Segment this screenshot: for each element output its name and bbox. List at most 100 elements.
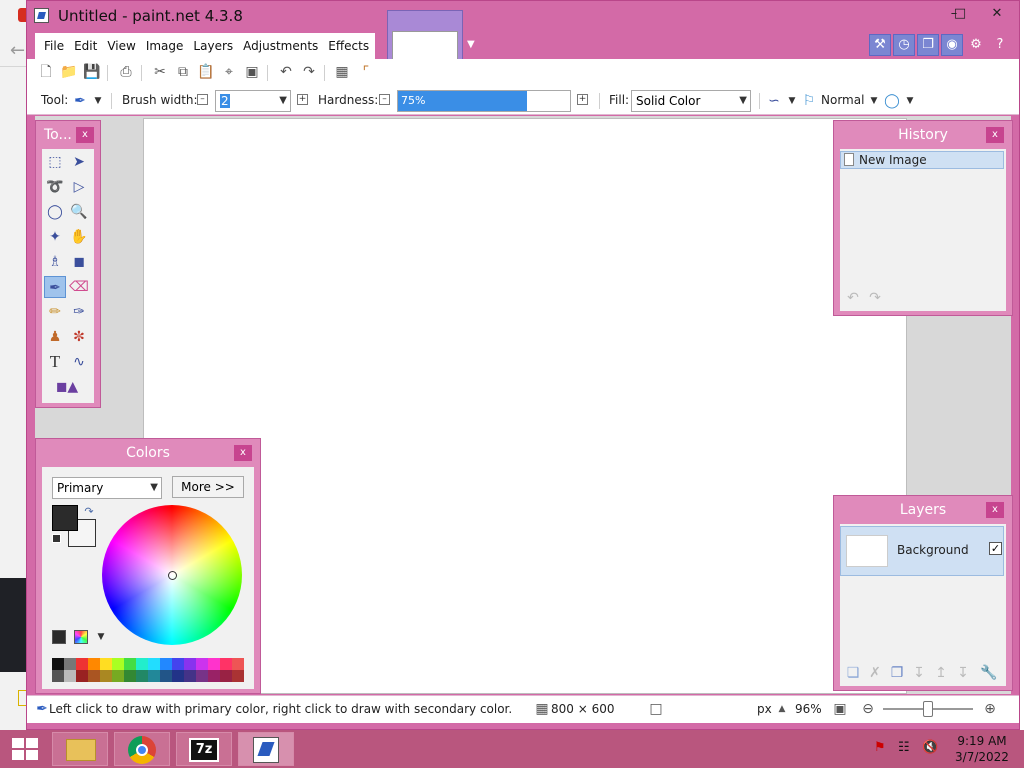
history-redo-icon[interactable]: ↷ [866,289,884,307]
brush-width-increase-button[interactable]: + [297,94,308,105]
lasso-select-tool-icon[interactable]: ➰ [44,176,66,198]
print-icon[interactable]: ⎙ [117,63,135,81]
clone-stamp-tool-icon[interactable]: ♟ [44,326,66,348]
line-curve-tool-icon[interactable]: ∿ [68,351,90,373]
history-panel-toggle-icon[interactable]: ◷ [893,34,915,56]
zoom-in-icon[interactable]: ⊕ [981,700,999,718]
layer-visibility-checkbox[interactable]: ✓ [989,542,1002,555]
history-item[interactable]: New Image [840,151,1004,169]
menu-view[interactable]: View [102,33,140,59]
menu-adjustments[interactable]: Adjustments [238,33,323,59]
delete-layer-icon[interactable]: ✗ [866,664,884,682]
pan-tool-icon[interactable]: ✋ [68,226,90,248]
tools-panel-toggle-icon[interactable]: ⚒ [869,34,891,56]
menu-edit[interactable]: Edit [69,33,102,59]
new-file-icon[interactable]: 🗋 [37,63,55,81]
layer-row[interactable]: Background ✓ [840,526,1004,576]
save-icon[interactable]: 💾 [83,63,101,81]
magic-wand-tool-icon[interactable]: ✦ [44,226,66,248]
eraser-tool-icon[interactable]: ⌫ [68,276,90,298]
zoom-slider-thumb[interactable] [923,701,933,717]
add-layer-icon[interactable]: ❏ [844,664,862,682]
recolor-tool-icon[interactable]: ✼ [68,326,90,348]
hardness-increase-button[interactable]: + [577,94,588,105]
paintnet-taskbar-button[interactable] [238,732,294,766]
fill-chevron-down-icon[interactable]: ▼ [739,91,747,111]
zoom-tool-icon[interactable]: 🔍 [68,201,90,223]
paintbrush-tool-icon[interactable]: ✒ [44,276,66,298]
palette-menu-icon[interactable] [74,630,88,644]
units-selector[interactable]: px [757,702,772,716]
antialiasing-icon[interactable]: ∽ [765,92,783,110]
blend-mode-chevron-down-icon[interactable]: ▼ [865,92,883,110]
copy-icon[interactable]: ⧉ [174,63,192,81]
fill-combobox[interactable]: Solid Color ▼ [631,90,751,112]
paintbrush-tool-icon[interactable]: ✒ [71,92,89,110]
colors-panel-toggle-icon[interactable]: ◉ [941,34,963,56]
color-mode-chevron-down-icon[interactable]: ▼ [150,478,158,498]
maximize-button[interactable]: □ [947,4,973,24]
layers-panel-toggle-icon[interactable]: ❐ [917,34,939,56]
tool-chevron-down-icon[interactable]: ▼ [89,92,107,110]
start-button[interactable] [12,738,38,760]
hardness-slider[interactable]: 75% [397,90,571,112]
ellipse-select-tool-icon[interactable]: ◯ [44,201,66,223]
antialiasing-chevron-down-icon[interactable]: ▼ [783,92,801,110]
layer-properties-icon[interactable]: 🔧 [980,664,998,682]
move-selected-tool-icon[interactable]: ➤ [68,151,90,173]
color-picker-tool-icon[interactable]: ✑ [68,301,90,323]
blend-mode-value[interactable]: Normal [821,93,864,107]
action-center-flag-icon[interactable]: ⚑ [874,740,886,755]
menu-layers[interactable]: Layers [188,33,238,59]
rulers-icon[interactable]: ⌜ [357,63,375,81]
settings-gear-icon[interactable]: ⚙ [965,35,987,57]
duplicate-layer-icon[interactable]: ❐ [888,664,906,682]
zoom-to-window-icon[interactable]: ▣ [831,700,849,718]
zoom-level[interactable]: 96% [795,702,822,716]
brush-width-chevron-down-icon[interactable]: ▼ [279,91,287,111]
close-button[interactable]: ✕ [975,4,1019,24]
move-selection-tool-icon[interactable]: ▷ [68,176,90,198]
more-colors-button[interactable]: More >> [172,476,244,498]
move-layer-up-icon[interactable]: ↥ [932,664,950,682]
blend-mode-flask-icon[interactable]: ⚐ [800,92,818,110]
pencil-tool-icon[interactable]: ✏ [44,301,66,323]
merge-layer-icon[interactable]: ↧ [910,664,928,682]
network-icon[interactable]: ☷ [898,740,910,755]
add-to-palette-icon[interactable] [52,630,66,644]
history-panel-close-button[interactable]: x [986,127,1004,143]
grid-icon[interactable]: ▦ [333,63,351,81]
hardness-decrease-button[interactable]: – [379,94,390,105]
paint-bucket-tool-icon[interactable]: ♗ [44,251,66,273]
cut-icon[interactable]: ✂ [151,63,169,81]
7zip-taskbar-button[interactable]: 7z [176,732,232,766]
reset-colors-icon[interactable] [52,534,61,543]
color-wheel-cursor[interactable] [168,571,177,580]
colors-panel-close-button[interactable]: x [234,445,252,461]
redo-icon[interactable]: ↷ [300,63,318,81]
palette-chevron-down-icon[interactable]: ▼ [92,628,110,646]
color-mode-combobox[interactable]: Primary ▼ [52,477,162,499]
file-explorer-taskbar-button[interactable] [52,732,108,766]
open-folder-icon[interactable]: 📁 [60,63,78,81]
swap-colors-icon[interactable]: ↷ [80,503,98,521]
layers-panel-close-button[interactable]: x [986,502,1004,518]
alpha-blending-chevron-down-icon[interactable]: ▼ [901,92,919,110]
units-chevron-up-icon[interactable]: ▲ [773,700,791,718]
volume-muted-icon[interactable]: 🔇 [922,740,938,755]
text-tool-icon[interactable]: T [44,351,66,373]
chrome-taskbar-button[interactable] [114,732,170,766]
undo-icon[interactable]: ↶ [277,63,295,81]
menu-effects[interactable]: Effects [323,33,374,59]
image-list-chevron-icon[interactable]: ▼ [467,39,479,51]
move-layer-down-icon[interactable]: ↧ [954,664,972,682]
deselect-icon[interactable]: ▣ [243,63,261,81]
help-icon[interactable]: ? [989,35,1011,57]
menu-image[interactable]: Image [141,33,189,59]
crop-icon[interactable]: ⌖ [220,63,238,81]
alpha-blending-icon[interactable]: ◯ [883,92,901,110]
paste-icon[interactable]: 📋 [197,63,215,81]
history-undo-icon[interactable]: ↶ [844,289,862,307]
primary-color-swatch[interactable] [52,505,78,531]
brush-width-combobox[interactable]: 2 ▼ [215,90,291,112]
